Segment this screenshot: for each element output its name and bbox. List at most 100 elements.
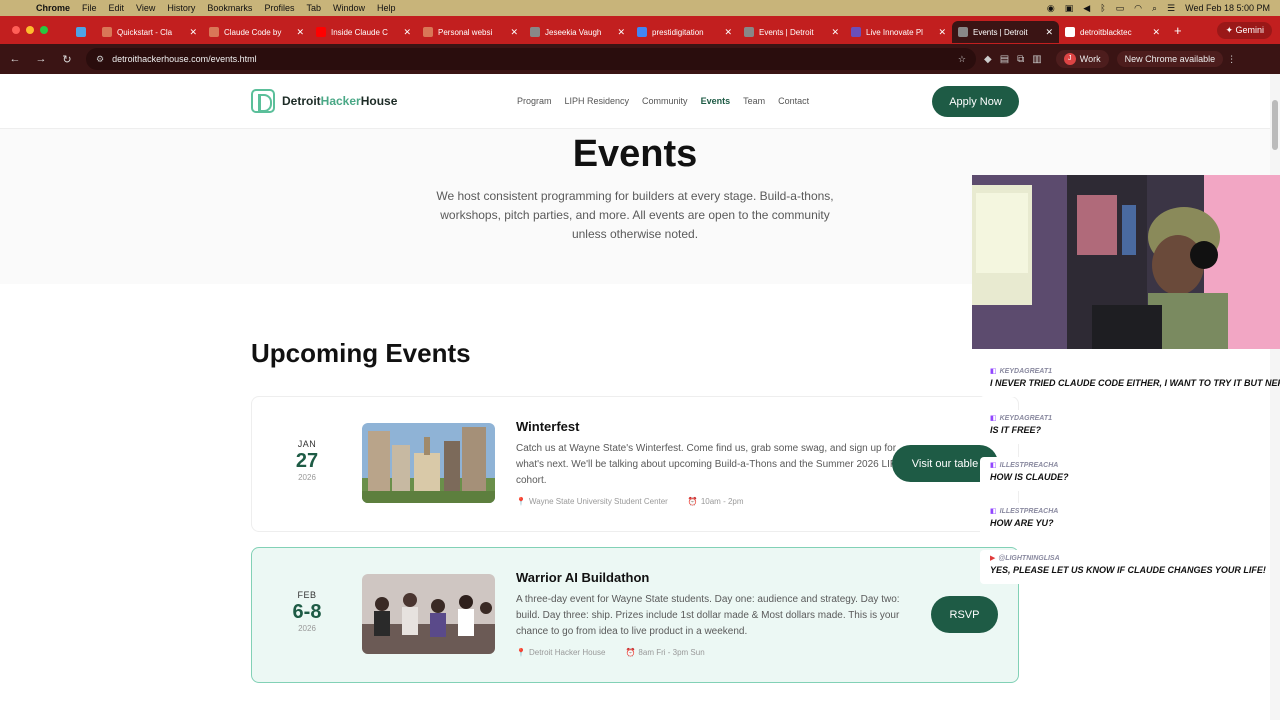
event-year: 2026 xyxy=(298,473,316,482)
tab-close-icon[interactable]: ✕ xyxy=(403,27,411,38)
zoom-window-button[interactable] xyxy=(40,26,48,34)
bookmark-star-icon[interactable]: ☆ xyxy=(958,54,966,65)
browser-tab-strip: Quickstart - Cla ✕ Claude Code by ✕ Insi… xyxy=(0,16,1280,44)
menu-bookmarks[interactable]: Bookmarks xyxy=(207,3,252,13)
chat-username: ◧ KEYDAGREAT1 xyxy=(990,414,1260,422)
nav-contact[interactable]: Contact xyxy=(778,96,809,106)
extensions-puzzle-icon[interactable]: ⧉ xyxy=(1017,54,1024,65)
event-month: FEB xyxy=(297,590,317,600)
url-text[interactable]: detroithackerhouse.com/events.html xyxy=(112,54,257,64)
reload-icon[interactable]: ↻ xyxy=(56,53,78,66)
menu-view[interactable]: View xyxy=(136,3,155,13)
nav-program[interactable]: Program xyxy=(517,96,552,106)
gemini-button[interactable]: ✦ Gemini xyxy=(1217,21,1272,39)
nav-team[interactable]: Team xyxy=(743,96,765,106)
chat-username: ◧ ILLESTPREACHA xyxy=(990,461,1260,469)
browser-tab-active[interactable]: Events | Detroit ✕ xyxy=(952,21,1059,43)
browser-tab[interactable]: Personal websi ✕ xyxy=(417,21,524,43)
upcoming-events-heading: Upcoming Events xyxy=(251,338,471,368)
close-window-button[interactable] xyxy=(12,26,20,34)
menu-tab[interactable]: Tab xyxy=(306,3,321,13)
chat-message: ◧ ILLESTPREACHA HOW ARE YU? xyxy=(980,503,1270,537)
nav-events[interactable]: Events xyxy=(701,96,731,106)
chat-username-text: KEYDAGREAT1 xyxy=(999,415,1053,422)
tab-title: Inside Claude C xyxy=(331,27,388,37)
address-bar[interactable]: ⚙ detroithackerhouse.com/events.html ☆ xyxy=(86,48,976,70)
extension-icon[interactable]: ▤ xyxy=(1000,54,1009,65)
back-arrow-icon[interactable]: ← xyxy=(4,53,26,65)
macos-menu-bar: Chrome File Edit View History Bookmarks … xyxy=(0,0,1280,16)
browser-tab[interactable]: prestidigitation ✕ xyxy=(631,21,738,43)
record-icon[interactable]: ◉ xyxy=(1047,3,1055,14)
profile-button[interactable]: J Work xyxy=(1055,50,1109,68)
wifi-icon[interactable]: ◠ xyxy=(1134,3,1142,14)
tab-favicon-icon xyxy=(423,27,433,37)
chat-message-text: HOW IS CLAUDE? xyxy=(990,472,1069,482)
browser-tab[interactable]: Inside Claude C ✕ xyxy=(310,21,417,43)
screen-icon[interactable]: ▣ xyxy=(1065,3,1074,14)
event-meta: 📍 Wayne State University Student Center ⏰… xyxy=(516,497,744,506)
extension-icon[interactable]: ◆ xyxy=(984,54,992,65)
search-icon[interactable]: ⌕ xyxy=(1152,3,1157,14)
control-center-icon[interactable]: ☰ xyxy=(1167,3,1175,14)
forward-arrow-icon[interactable]: → xyxy=(30,53,52,65)
tab-close-icon[interactable]: ✕ xyxy=(510,27,518,38)
tab-title: Quickstart - Cla xyxy=(117,27,173,37)
window-controls xyxy=(12,26,70,34)
tab-close-icon[interactable]: ✕ xyxy=(1045,27,1053,38)
browser-tab[interactable]: Live Innovate Pl ✕ xyxy=(845,21,952,43)
scrollbar-thumb[interactable] xyxy=(1272,100,1278,150)
tab-title: Events | Detroit xyxy=(759,27,814,37)
location-pin-icon: 📍 xyxy=(516,648,526,657)
chat-username-text: KEYDAGREAT1 xyxy=(999,368,1053,375)
tab-close-icon[interactable]: ✕ xyxy=(938,27,946,38)
tab-pinned[interactable] xyxy=(70,21,96,43)
menu-app-chrome[interactable]: Chrome xyxy=(36,3,70,13)
page-scrollbar[interactable] xyxy=(1270,74,1280,720)
tab-close-icon[interactable]: ✕ xyxy=(617,27,625,38)
site-info-icon[interactable]: ⚙ xyxy=(96,54,104,65)
chat-username: ◧ KEYDAGREAT1 xyxy=(990,367,1260,375)
browser-tab[interactable]: Quickstart - Cla ✕ xyxy=(96,21,203,43)
chat-username: ▶ @LIGHTNINGLISA xyxy=(990,554,1260,562)
bluetooth-icon[interactable]: ᛒ xyxy=(1100,3,1105,13)
rsvp-button[interactable]: RSVP xyxy=(931,596,998,633)
event-year: 2026 xyxy=(298,624,316,633)
minimize-window-button[interactable] xyxy=(26,26,34,34)
nav-community[interactable]: Community xyxy=(642,96,688,106)
tab-close-icon[interactable]: ✕ xyxy=(296,27,304,38)
menu-profiles[interactable]: Profiles xyxy=(264,3,294,13)
site-logo[interactable]: DetroitHackerHouse xyxy=(251,89,397,113)
more-menu-icon[interactable]: ⋮ xyxy=(1227,54,1236,65)
brand-part-accent: Hacker xyxy=(320,94,361,108)
clock-datetime[interactable]: Wed Feb 18 5:00 PM xyxy=(1185,3,1270,13)
tab-close-icon[interactable]: ✕ xyxy=(189,27,197,38)
apply-now-button[interactable]: Apply Now xyxy=(932,86,1019,117)
tab-close-icon[interactable]: ✕ xyxy=(1152,27,1160,38)
event-image-buildathon-crowd xyxy=(362,574,495,654)
tab-close-icon[interactable]: ✕ xyxy=(831,27,839,38)
volume-icon[interactable]: ◀︎ xyxy=(1083,3,1090,14)
menu-help[interactable]: Help xyxy=(377,3,396,13)
tab-title: Events | Detroit xyxy=(973,27,1028,37)
twitch-icon: ◧ xyxy=(990,415,997,422)
side-panel-icon[interactable]: ▥ xyxy=(1032,54,1041,65)
menu-history[interactable]: History xyxy=(167,3,195,13)
browser-tab[interactable]: detroitblacktec ✕ xyxy=(1059,21,1166,43)
new-tab-icon[interactable]: + xyxy=(1174,23,1182,38)
brand-part: House xyxy=(360,94,398,108)
event-title: Warrior AI Buildathon xyxy=(516,570,650,585)
browser-tab[interactable]: Claude Code by ✕ xyxy=(203,21,310,43)
nav-liph-residency[interactable]: LIPH Residency xyxy=(565,96,630,106)
menu-file[interactable]: File xyxy=(82,3,97,13)
menu-window[interactable]: Window xyxy=(333,3,365,13)
browser-tab[interactable]: Events | Detroit ✕ xyxy=(738,21,845,43)
tab-close-icon[interactable]: ✕ xyxy=(724,27,732,38)
menu-edit[interactable]: Edit xyxy=(109,3,125,13)
chrome-update-button[interactable]: New Chrome available xyxy=(1116,51,1224,67)
event-location: 📍 Wayne State University Student Center xyxy=(516,497,668,506)
event-title: Winterfest xyxy=(516,419,580,434)
browser-tab[interactable]: Jeseekia Vaugh ✕ xyxy=(524,21,631,43)
battery-icon[interactable]: ▭ xyxy=(1116,3,1125,14)
event-location-text: Wayne State University Student Center xyxy=(528,497,668,506)
